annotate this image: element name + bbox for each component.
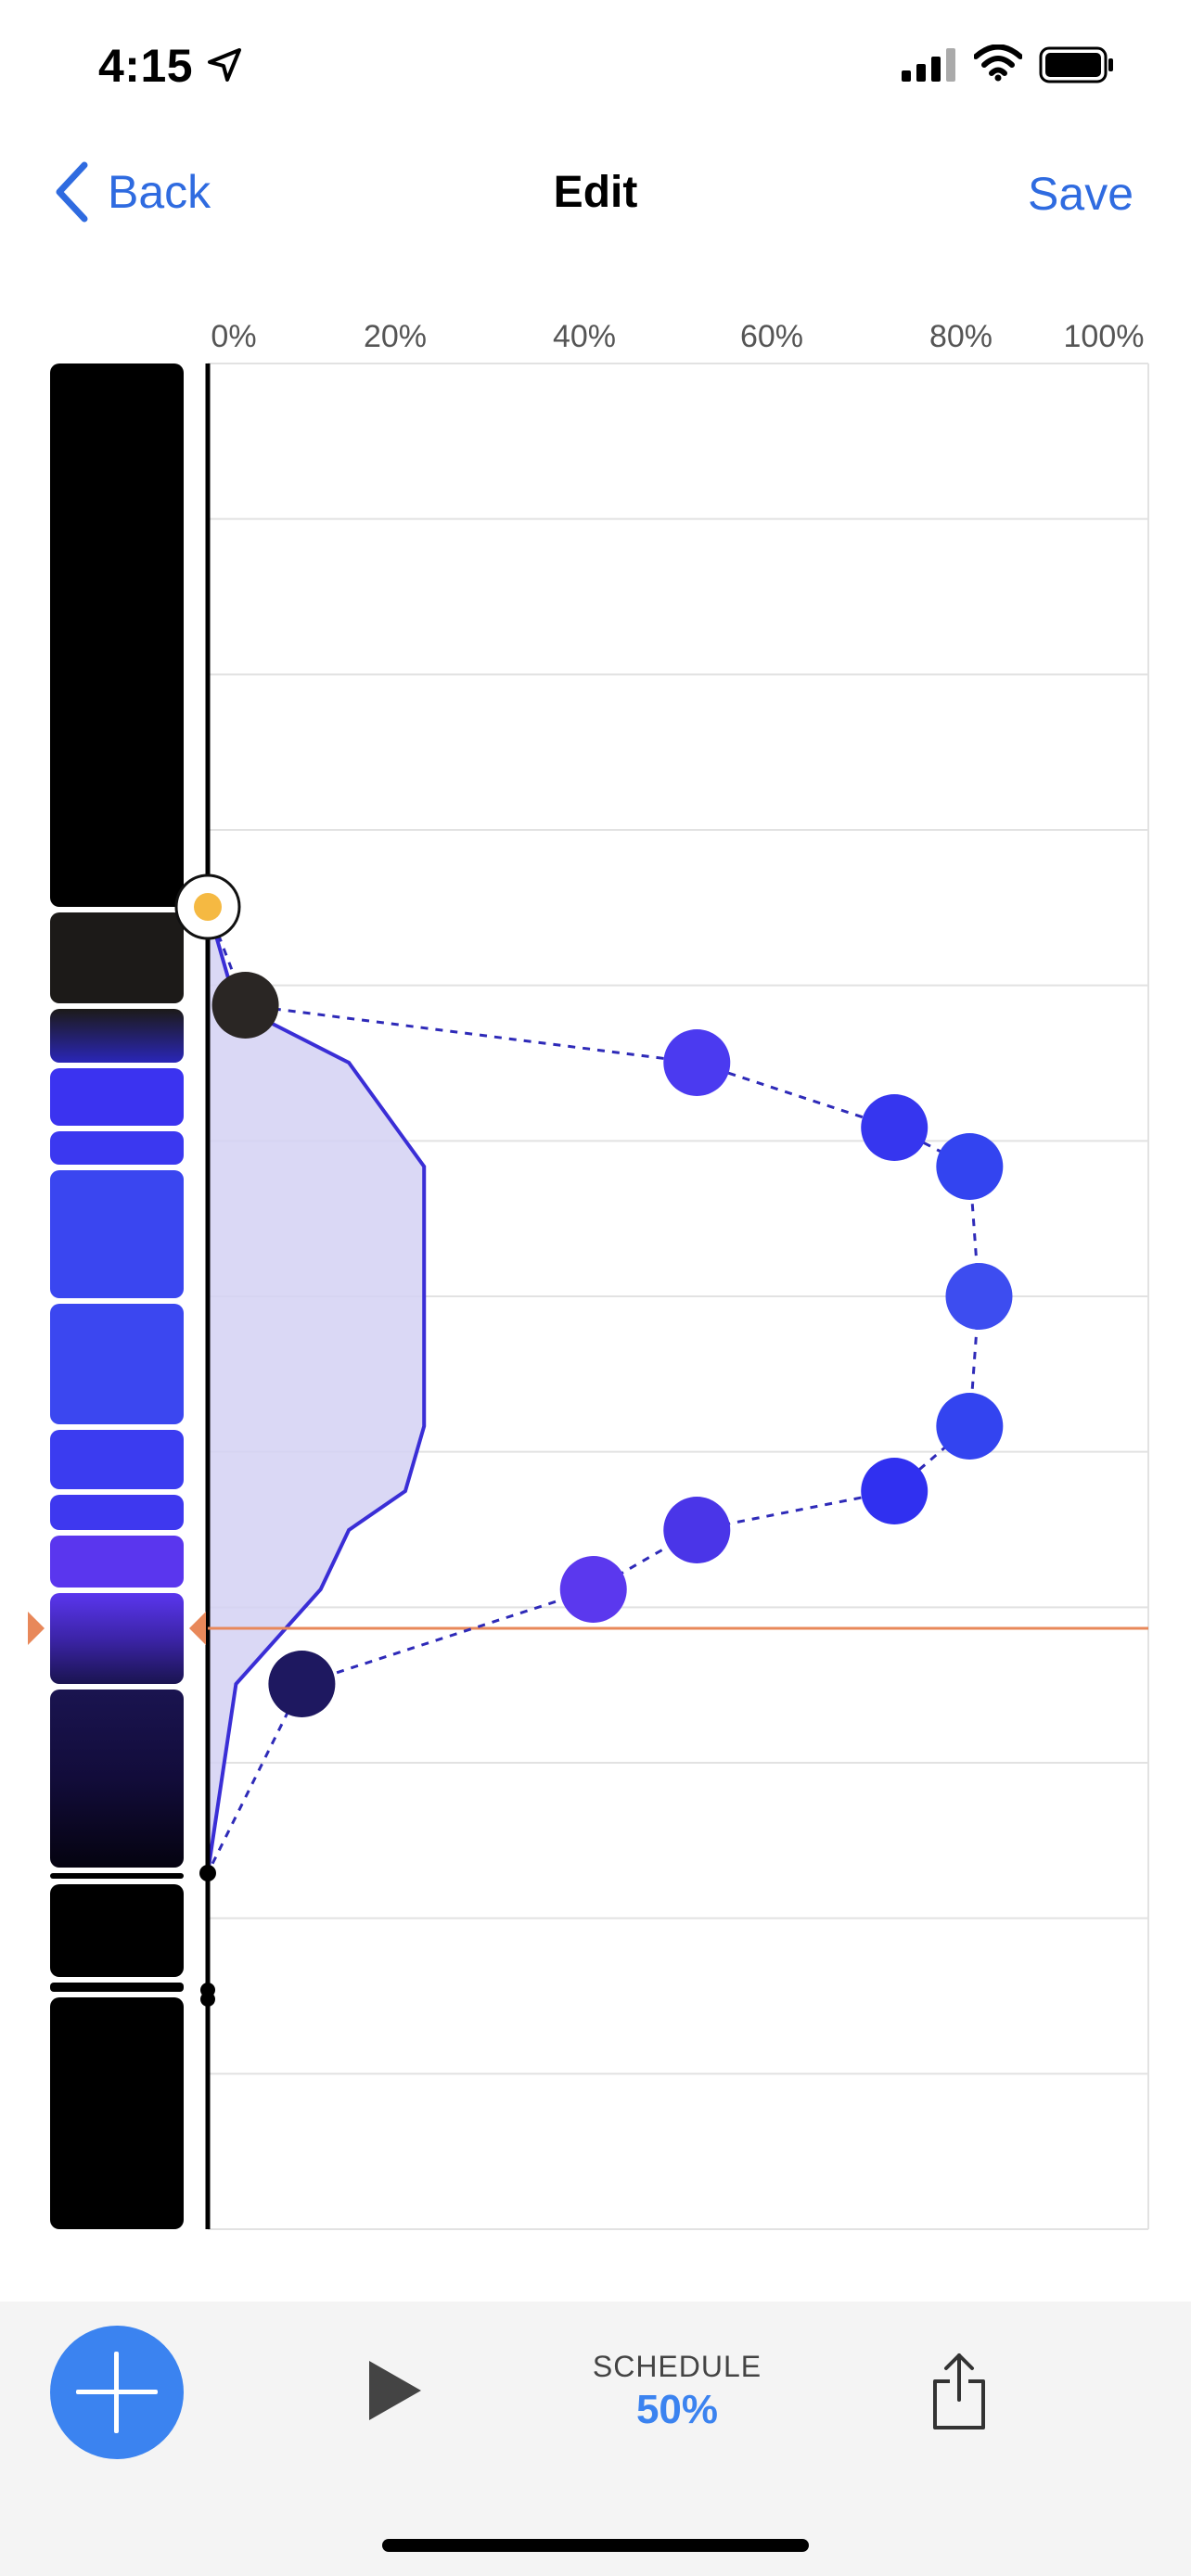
bottom-toolbar — [0, 2302, 1191, 2576]
share-icon[interactable] — [929, 2352, 989, 2431]
schedule-point[interactable] — [936, 1133, 1004, 1200]
schedule-point[interactable] — [861, 1458, 928, 1524]
schedule-chart[interactable] — [0, 0, 1191, 2302]
schedule-point[interactable] — [936, 1393, 1004, 1460]
intensity-area — [208, 907, 425, 1873]
home-indicator — [382, 2539, 809, 2552]
schedule-point[interactable] — [945, 1263, 1013, 1330]
add-point-button[interactable] — [50, 2326, 184, 2459]
sun-icon — [194, 893, 222, 921]
timeline-dot — [200, 1992, 215, 2007]
play-icon[interactable] — [365, 2357, 425, 2424]
playhead-marker-right[interactable] — [189, 1612, 206, 1645]
schedule-point[interactable] — [663, 1029, 731, 1096]
end-handle[interactable] — [199, 1865, 216, 1881]
schedule-point[interactable] — [663, 1497, 731, 1563]
schedule-point[interactable] — [559, 1556, 627, 1623]
schedule-point[interactable] — [211, 972, 279, 1039]
schedule-point[interactable] — [861, 1094, 928, 1161]
playhead-marker-left[interactable] — [28, 1612, 45, 1645]
schedule-value[interactable]: 50% — [519, 2387, 835, 2433]
schedule-label: SCHEDULE — [592, 2350, 762, 2383]
schedule-point[interactable] — [268, 1651, 336, 1717]
